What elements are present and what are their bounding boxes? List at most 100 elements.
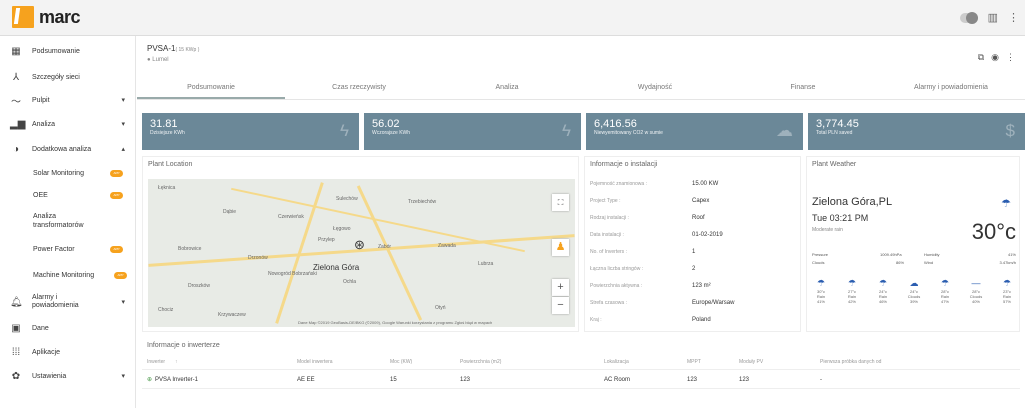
zoom-out-button[interactable]: − — [552, 297, 569, 314]
rain-icon: ☂ — [940, 278, 950, 288]
panel-icon[interactable]: ▥ — [988, 11, 998, 24]
weather-temp: 30°c — [971, 219, 1016, 244]
sidebar-item-ustawienia[interactable]: ✿ Ustawienia ▾ — [0, 364, 135, 388]
panel-title: Informacje o instalacji — [590, 161, 658, 168]
app-badge: APP — [110, 169, 123, 177]
rain-icon: ☂ — [1002, 278, 1012, 288]
top-bar: marc ▥ ⋮ — [0, 0, 1025, 36]
marker-icon[interactable]: ⊛ — [354, 237, 365, 253]
logo[interactable]: marc — [12, 6, 81, 28]
apps-icon: ⁞⁞⁞ — [11, 346, 21, 358]
zoom-in-button[interactable]: + — [552, 279, 569, 296]
weather-desc: Moderate rain — [812, 227, 843, 233]
info-row: Strefa czasowa : Europe/Warsaw — [590, 300, 735, 306]
sidebar-item-podsumowanie[interactable]: ▦ Podsumowanie — [0, 36, 135, 66]
plant-location-panel: Plant Location Czerwieńsk Sulechów Trzeb… — [142, 156, 579, 332]
subitem-oee[interactable]: OEE APP — [0, 184, 135, 206]
bolt-icon: ϟ — [562, 121, 571, 140]
rain-icon: ☂ — [1001, 198, 1011, 210]
map[interactable]: Czerwieńsk Sulechów Trzebiechów Dąbie Łę… — [148, 179, 575, 327]
chevron-up-icon: ▴ — [121, 146, 125, 153]
subitem-power-factor[interactable]: Power Factor APP — [0, 236, 135, 262]
tab-analiza[interactable]: Analiza — [433, 76, 581, 99]
streetview-icon[interactable]: ♟ — [552, 239, 569, 256]
column-header[interactable]: Inwerter — [147, 354, 165, 370]
tab-bar: Podsumowanie Czas rzeczywisty Analiza Wy… — [137, 76, 1025, 100]
subitem-machine[interactable]: Machine Monitoring APP — [0, 262, 135, 288]
chevron-down-icon: ▾ — [121, 121, 125, 128]
more-vertical-icon[interactable]: ⋮ — [1006, 52, 1015, 63]
map-city-label: Zielona Góra — [313, 263, 360, 272]
settings-icon[interactable]: ◉ — [991, 52, 999, 63]
logo-mark — [12, 6, 34, 28]
panel-title: Plant Weather — [812, 161, 857, 168]
chevron-down-icon: ▾ — [121, 299, 125, 306]
gear-icon: ✿ — [11, 370, 21, 382]
sidebar-item-dodatkowa[interactable]: ◑ Dodatkowa analiza ▴ — [0, 136, 135, 162]
pin-icon: ● — [147, 57, 151, 63]
map-attribution: Dane Map ©2019 GeoBasis-DE/BKG (©2009), … — [298, 320, 493, 325]
chevron-down-icon: ▾ — [121, 373, 125, 380]
sidebar-item-aplikacje[interactable]: ⁞⁞⁞ Aplikacje — [0, 340, 135, 364]
forecast-item: ☂ 24°c Rain 46% — [872, 278, 894, 304]
inverter-table-header: Inwerter ↑ Model inwertera Moc (KW) Powi… — [142, 354, 1020, 370]
column-header: Lokalizacja — [604, 359, 629, 365]
sidebar-item-dane[interactable]: ▣ Dane — [0, 316, 135, 340]
inverter-icon: ⊕ — [147, 377, 153, 383]
info-row: Rodzaj instalacji : Roof — [590, 215, 705, 221]
chevron-down-icon: ▾ — [121, 97, 125, 104]
open-external-icon[interactable]: ⧉ — [978, 52, 984, 63]
info-row: Project Type : Capex — [590, 198, 710, 204]
card-yesterday-kwh: 56.02 Wczorajsze KWh ϟ — [364, 113, 581, 150]
subitem-solar[interactable]: Solar Monitoring APP — [0, 162, 135, 184]
circle-icon: ◑ — [12, 143, 20, 155]
column-header: Moc (KW) — [390, 359, 413, 365]
app-badge: APP — [110, 191, 123, 199]
fullscreen-icon[interactable]: ⛶ — [552, 194, 569, 211]
cloud-icon: ☁ — [776, 121, 793, 140]
bell-icon: 🔔︎ — [10, 296, 23, 308]
tab-czas-rzeczywisty[interactable]: Czas rzeczywisty — [285, 76, 433, 99]
grid-icon: ▦ — [11, 45, 21, 57]
card-pln-saved: 3,774.45 Total PLN saved $ — [808, 113, 1025, 150]
sidebar-item-alarmy[interactable]: 🔔︎ Alarmy i powiadomienia ▾ — [0, 288, 135, 316]
main-content: PVSA-1( 15 KWp ) ● Lumel ⧉ ◉ ⋮ Podsumowa… — [137, 36, 1025, 408]
sidebar-item-szczegoly[interactable]: ⅄ Szczegóły sieci — [0, 66, 135, 88]
forecast-item: ☂ 28°c Rain 47% — [934, 278, 956, 304]
weather-city: Zielona Góra,PL — [812, 196, 893, 208]
clouds-icon: — — [971, 278, 981, 288]
column-header: Powierzchnia (m2) — [460, 359, 502, 365]
more-vertical-icon[interactable]: ⋮ — [1008, 11, 1019, 24]
panel-title: Plant Location — [148, 161, 193, 168]
sidebar-item-analiza[interactable]: ▂▆ Analiza ▾ — [0, 112, 135, 136]
column-header: MPPT — [687, 359, 701, 365]
app-badge: APP — [110, 245, 123, 253]
subitem-transformatory[interactable]: Analiza transformatorów — [0, 206, 96, 236]
column-header: Model inwertera — [297, 359, 333, 365]
bar-chart-icon: ▂▆ — [10, 118, 26, 130]
weather-panel: Plant Weather Zielona Góra,PL ☂ Tue 03:2… — [806, 156, 1020, 332]
bolt-icon: ϟ — [340, 121, 349, 140]
column-header: Pierwsza próbka danych od — [820, 359, 882, 365]
tab-alarmy[interactable]: Alarmy i powiadomienia — [877, 76, 1025, 99]
info-row: Data instalacji :01-02-2019 — [590, 232, 723, 238]
info-row: Łączna liczba stringów :2 — [590, 266, 696, 272]
sidebar: ▦ Podsumowanie ⅄ Szczegóły sieci 〜 Pulpit ▾ … — [0, 36, 136, 408]
location-label: ● Lumel — [147, 57, 169, 63]
logo-text: marc — [39, 6, 81, 27]
rain-icon: ☂ — [816, 278, 826, 288]
forecast-item: ☂ 30°c Rain 41% — [810, 278, 832, 304]
info-row: No. of Inverters :1 — [590, 249, 696, 255]
toggle-icon[interactable] — [959, 11, 978, 24]
forecast-item: ☁ 24°c Clouds 39% — [903, 278, 925, 304]
forecast-item: ☂ 23°c Rain 57% — [996, 278, 1018, 304]
table-row[interactable]: ⊕ PVSA Inverter-1 AE EE 15 123 AC Room 1… — [142, 371, 1020, 389]
sort-asc-icon[interactable]: ↑ — [175, 354, 178, 370]
info-row: Pojemność znamionowa :15.00 KW — [590, 181, 719, 187]
sidebar-item-pulpit[interactable]: 〜 Pulpit ▾ — [0, 88, 135, 112]
tab-wydajnosc[interactable]: Wydajność — [581, 76, 729, 99]
tab-finanse[interactable]: Finanse — [729, 76, 877, 99]
card-today-kwh: 31.81 Dzisiejsze KWh ϟ — [142, 113, 359, 150]
forecast-item: —28°c Clouds 40% — [965, 278, 987, 304]
tab-podsumowanie[interactable]: Podsumowanie — [137, 76, 285, 99]
